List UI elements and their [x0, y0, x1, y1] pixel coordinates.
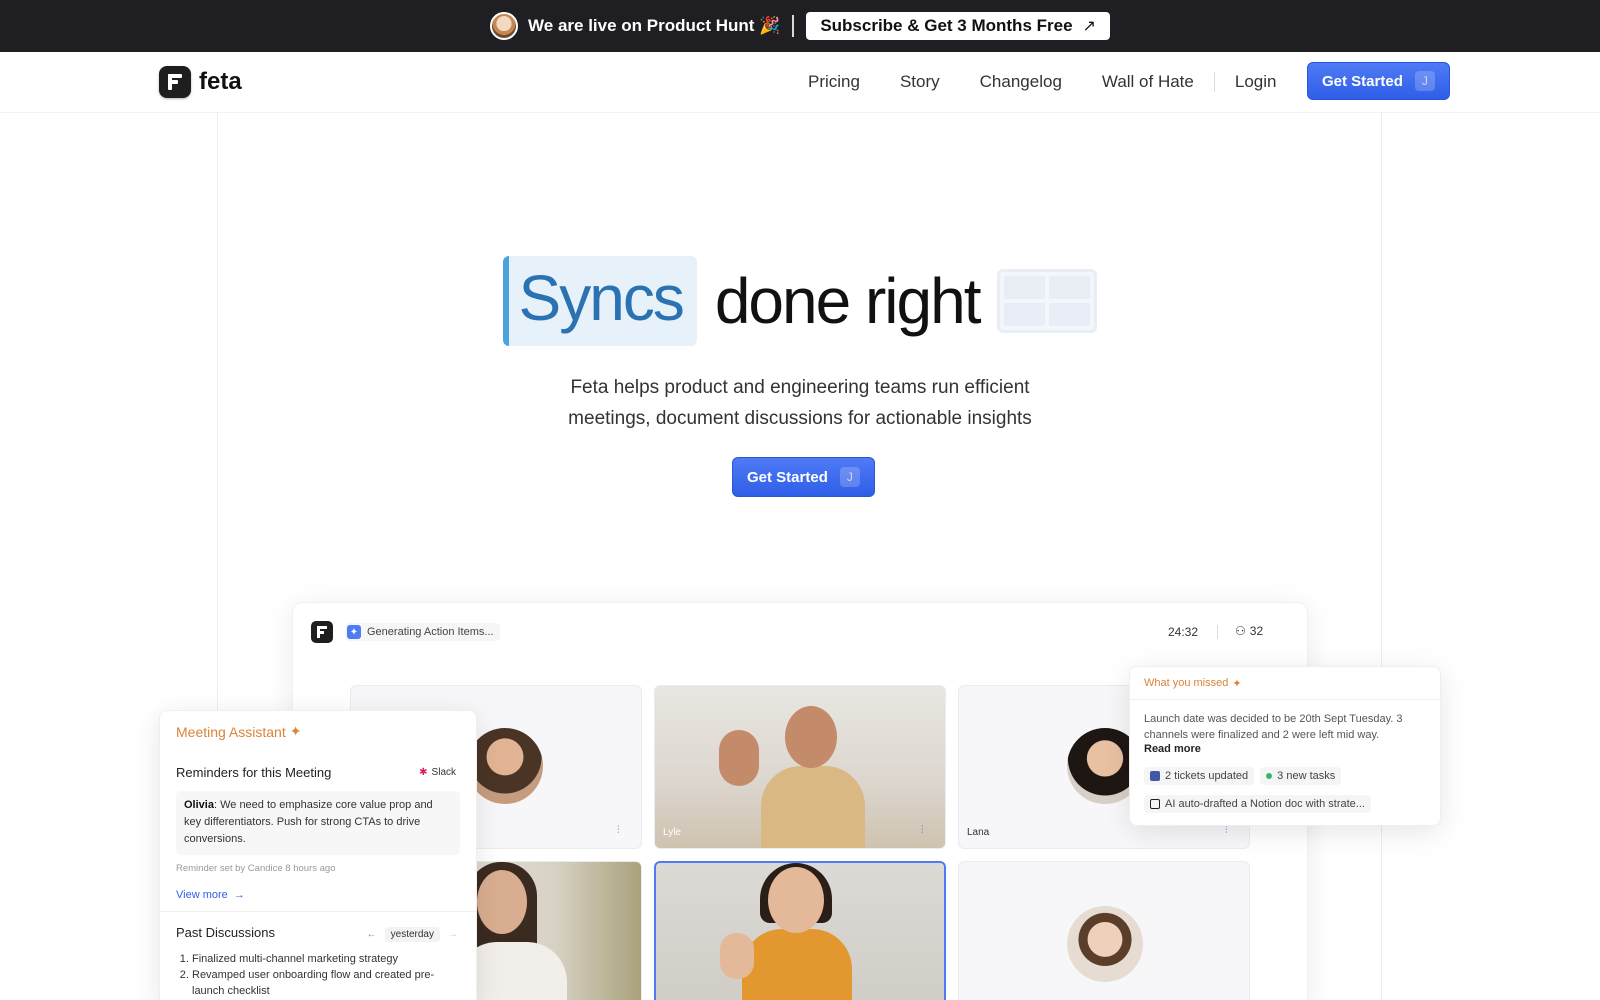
hero-subtitle-line-1: Feta helps product and engineering teams… — [570, 377, 1030, 398]
audio-wave-icon: ⫶ — [1225, 825, 1228, 836]
hero-subtitle: Feta helps product and engineering teams… — [0, 372, 1600, 434]
sparkle-icon: ✦ — [1232, 678, 1242, 690]
divider — [1130, 699, 1440, 700]
hero-subtitle-line-2: meetings, document discussions for actio… — [568, 408, 1032, 429]
slack-label: Slack — [431, 767, 456, 778]
status-indicator: ✦ Generating Action Items... — [345, 623, 500, 641]
status-text: Generating Action Items... — [367, 626, 494, 638]
status-dot-icon — [1266, 773, 1273, 779]
arrow-up-right-icon: ↗ — [1082, 18, 1096, 35]
tasks-chip[interactable]: 3 new tasks — [1260, 767, 1342, 785]
reminders-heading: Reminders for this Meeting — [176, 765, 332, 780]
nav-link-changelog[interactable]: Changelog — [980, 72, 1062, 92]
nav-link-wall-of-hate[interactable]: Wall of Hate — [1102, 72, 1194, 92]
participant-name: Lyle — [663, 827, 681, 838]
audio-wave-icon: ⫶ — [617, 825, 620, 836]
sparkle-icon: ✦ — [347, 625, 361, 639]
video-tile-active[interactable] — [654, 861, 946, 1000]
nav-link-pricing[interactable]: Pricing — [808, 72, 860, 92]
participant-video — [457, 862, 641, 1000]
participant-avatar — [1067, 906, 1143, 982]
feta-logo-icon — [159, 66, 191, 98]
ticket-icon — [1150, 771, 1160, 781]
meeting-timer: 24:32 — [1168, 625, 1199, 639]
nav-border — [0, 112, 1600, 113]
brand-logo[interactable]: feta — [159, 66, 242, 98]
nav-get-started-button[interactable]: Get Started J — [1307, 62, 1450, 100]
arrow-right-icon[interactable]: → — [448, 929, 458, 940]
hero-get-started-label: Get Started — [747, 468, 828, 486]
view-more-link[interactable]: View more → — [176, 889, 245, 901]
participant-avatar — [467, 728, 543, 804]
participant-count-value: 32 — [1249, 624, 1264, 638]
assistant-title-text: Meeting Assistant — [176, 723, 286, 740]
list-item: Finalized multi-channel marketing strate… — [192, 951, 462, 967]
right-guide-line — [1381, 112, 1382, 1000]
hero-get-started-button[interactable]: Get Started J — [732, 457, 875, 497]
notion-icon — [1150, 799, 1160, 809]
assistant-title: Meeting Assistant ✦ — [176, 723, 301, 740]
divider — [160, 911, 476, 912]
hero-highlight: Syncs — [502, 256, 697, 346]
missed-title-text: What you missed — [1144, 677, 1229, 689]
announcement-text[interactable]: We are live on Product Hunt 🎉 — [528, 16, 780, 36]
subscribe-label: Subscribe & Get 3 Months Free — [820, 16, 1073, 35]
reminder-author: Olivia — [184, 799, 214, 811]
nav-link-story[interactable]: Story — [900, 72, 940, 92]
video-tile[interactable] — [958, 861, 1250, 1000]
tickets-chip-label: 2 tickets updated — [1165, 770, 1249, 782]
slack-source: ✱ Slack — [419, 767, 456, 778]
announcement-divider — [792, 15, 795, 37]
list-item: Revamped user onboarding flow and create… — [192, 967, 462, 999]
feta-logo-icon — [311, 621, 333, 643]
login-link[interactable]: Login — [1235, 72, 1277, 92]
shortcut-key: J — [839, 467, 860, 487]
shortcut-key: J — [1414, 71, 1435, 91]
reminder-note: Olivia: We need to emphasize core value … — [176, 791, 460, 855]
main-nav: feta Pricing Story Changelog Wall of Hat… — [0, 52, 1600, 112]
hero-title: Syncs done right — [0, 256, 1600, 346]
toolbar-divider — [1217, 625, 1218, 639]
meeting-assistant-panel: Meeting Assistant ✦ Reminders for this M… — [159, 710, 477, 1000]
nav-divider — [1213, 72, 1215, 92]
notion-chip[interactable]: AI auto-drafted a Notion doc with strate… — [1144, 795, 1371, 813]
hero-title-rest: done right — [714, 265, 982, 337]
tickets-chip[interactable]: 2 tickets updated — [1144, 767, 1255, 785]
notion-chip-label: AI auto-drafted a Notion doc with strate… — [1165, 798, 1365, 810]
product-hunt-avatar-icon — [490, 12, 519, 40]
missed-chips: 2 tickets updated 3 new tasks — [1144, 767, 1342, 785]
past-discussions-pager: ← yesterday → — [367, 927, 458, 942]
past-discussions-heading: Past Discussions — [176, 925, 275, 940]
what-you-missed-panel: What you missed ✦ Launch date was decide… — [1129, 666, 1441, 826]
missed-summary: Launch date was decided to be 20th Sept … — [1144, 713, 1403, 741]
missed-title: What you missed ✦ — [1144, 677, 1242, 690]
reminder-text: : We need to emphasize core value prop a… — [184, 799, 433, 845]
announcement-bar: We are live on Product Hunt 🎉 Subscribe … — [0, 0, 1600, 52]
read-more-link[interactable]: Read more — [1144, 743, 1201, 755]
sparkle-icon: ✦ — [289, 723, 302, 739]
nav-links: Pricing Story Changelog Wall of Hate Log… — [808, 52, 1276, 112]
reminder-meta: Reminder set by Candice 8 hours ago — [176, 863, 336, 874]
video-grid-icon — [997, 269, 1098, 333]
participant-video — [719, 696, 865, 848]
brand-name: feta — [199, 68, 242, 95]
subscribe-button[interactable]: Subscribe & Get 3 Months Free ↗ — [806, 12, 1110, 40]
arrow-left-icon[interactable]: ← — [367, 929, 377, 940]
view-more-label: View more — [176, 889, 228, 901]
past-period: yesterday — [384, 927, 440, 942]
slack-icon: ✱ — [419, 767, 428, 778]
arrow-right-icon: → — [233, 889, 245, 901]
past-discussions-list: Finalized multi-channel marketing strate… — [192, 951, 462, 999]
participant-count: ⚇ 32 — [1235, 624, 1263, 638]
participant-name: Lana — [967, 827, 990, 838]
people-icon: ⚇ — [1235, 624, 1246, 638]
tasks-chip-label: 3 new tasks — [1277, 770, 1336, 782]
video-tile[interactable]: Lyle ⫶ — [654, 685, 946, 849]
nav-get-started-label: Get Started — [1322, 72, 1403, 90]
audio-wave-icon: ⫶ — [921, 825, 924, 836]
